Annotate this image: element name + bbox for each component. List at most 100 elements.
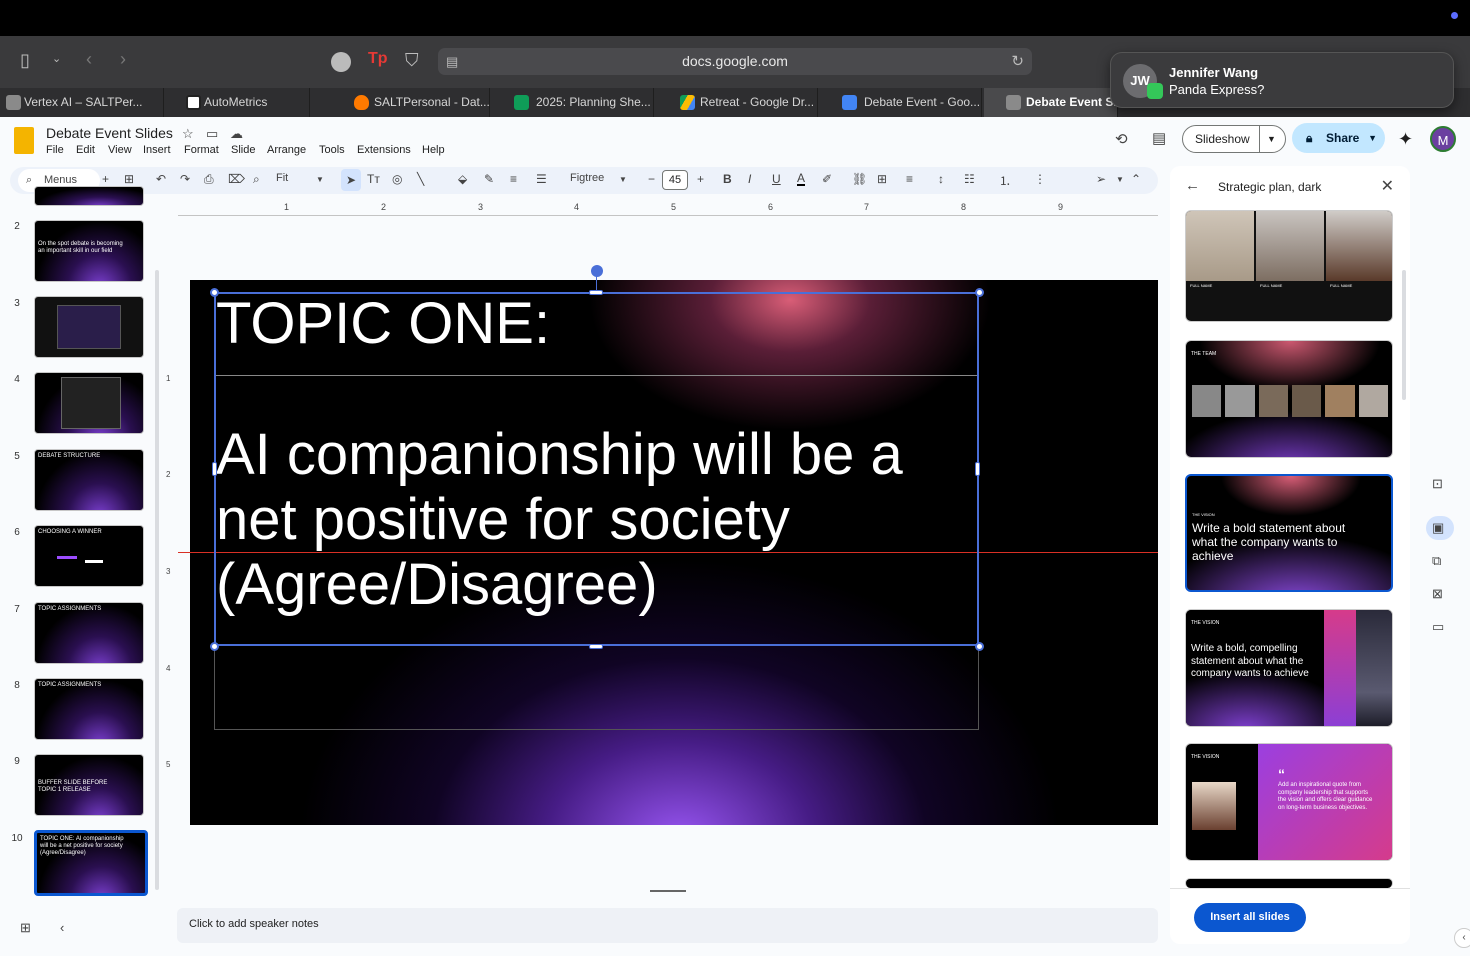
- menu-edit[interactable]: Edit: [76, 144, 95, 156]
- bulleted-list-icon[interactable]: ☷: [964, 172, 975, 186]
- notes-resize-handle[interactable]: [650, 890, 686, 892]
- extension-m-icon[interactable]: [331, 52, 351, 72]
- menu-insert[interactable]: Insert: [143, 144, 171, 156]
- version-history-icon[interactable]: ⟲: [1115, 130, 1128, 148]
- resize-handle-bottom[interactable]: [589, 644, 603, 649]
- template-team[interactable]: THE TEAM: [1185, 340, 1393, 458]
- link-icon[interactable]: ⛓: [852, 172, 867, 186]
- rotate-handle-icon[interactable]: [591, 265, 603, 277]
- slide-thumbnail-8[interactable]: TOPIC ASSIGNMENTS: [34, 678, 144, 740]
- star-icon[interactable]: ☆: [182, 126, 194, 142]
- text-box-icon[interactable]: Tт: [367, 172, 380, 186]
- back-icon[interactable]: ‹: [86, 49, 92, 70]
- back-arrow-icon[interactable]: ←: [1185, 177, 1200, 194]
- tab-retreat-drive[interactable]: Retreat - Google Dr...: [656, 88, 818, 117]
- template-vision-photo[interactable]: THE VISION Write a bold, compelling stat…: [1185, 609, 1393, 727]
- bold-button[interactable]: B: [723, 172, 732, 186]
- tab-overview-icon[interactable]: ▤: [446, 48, 458, 75]
- insert-image-icon[interactable]: ⊡: [1432, 476, 1443, 492]
- close-icon[interactable]: ✕: [1381, 176, 1394, 196]
- reload-icon[interactable]: ↻: [1011, 48, 1024, 75]
- increase-font-icon[interactable]: +: [697, 172, 704, 186]
- tab-vertex-ai[interactable]: Vertex AI – SALTPer...: [0, 88, 164, 117]
- edit-mode-icon[interactable]: ➢: [1096, 172, 1106, 186]
- tab-debate-event-slides[interactable]: Debate Event Slid: [984, 88, 1118, 117]
- slide-thumbnail-2[interactable]: On the spot debate is becoming an import…: [34, 220, 144, 282]
- menu-tools[interactable]: Tools: [319, 144, 345, 156]
- resize-handle-top-left[interactable]: [210, 288, 219, 297]
- generate-image-icon[interactable]: ⊠: [1432, 586, 1443, 602]
- insert-all-slides-button[interactable]: Insert all slides: [1194, 903, 1306, 932]
- fill-color-icon[interactable]: ⬙: [458, 172, 467, 186]
- template-next-partial[interactable]: [1185, 878, 1393, 888]
- zoom-select[interactable]: Fit: [276, 172, 288, 184]
- border-dash-icon[interactable]: ☰: [536, 172, 547, 186]
- menu-file[interactable]: File: [46, 144, 64, 156]
- horizontal-ruler[interactable]: 1 2 3 4 5 6 7 8 9: [178, 201, 1158, 216]
- chevron-down-icon[interactable]: ▼: [1116, 175, 1124, 184]
- line-spacing-icon[interactable]: ↕: [938, 172, 944, 186]
- font-family-select[interactable]: Figtree: [570, 172, 604, 184]
- zoom-icon[interactable]: ⌕: [253, 172, 260, 187]
- comments-icon[interactable]: ▤: [1152, 129, 1166, 147]
- menu-extensions[interactable]: Extensions: [357, 144, 411, 156]
- collapse-toolbar-icon[interactable]: ⌃: [1131, 172, 1141, 186]
- slides-logo-icon[interactable]: [14, 127, 34, 154]
- resize-handle-top[interactable]: [589, 290, 603, 295]
- new-slide-layout-icon[interactable]: ⊞: [124, 172, 134, 186]
- vertical-ruler[interactable]: 1 2 3 4 5: [162, 280, 176, 825]
- menu-format[interactable]: Format: [184, 144, 219, 156]
- resize-handle-left[interactable]: [212, 462, 217, 476]
- gemini-sparkle-icon[interactable]: ✦: [1398, 129, 1413, 150]
- account-avatar[interactable]: M: [1430, 126, 1456, 152]
- slideshow-button[interactable]: Slideshow ▼: [1182, 125, 1286, 153]
- filmstrip-scrollbar[interactable]: [155, 270, 159, 890]
- italic-button[interactable]: I: [748, 172, 751, 186]
- chevron-down-icon[interactable]: ▼: [619, 175, 627, 184]
- shape-icon[interactable]: ◎: [392, 172, 402, 186]
- slide-thumbnail-10[interactable]: TOPIC ONE: AI companionship will be a ne…: [34, 830, 148, 896]
- resize-handle-right[interactable]: [975, 462, 980, 476]
- chevron-down-icon[interactable]: ▼: [316, 175, 324, 184]
- paint-format-icon[interactable]: ⌦: [228, 172, 245, 186]
- extension-tp-icon[interactable]: Tp: [368, 50, 388, 68]
- message-notification[interactable]: JW Jennifer Wang Panda Express?: [1110, 52, 1454, 108]
- undo-icon[interactable]: ↶: [156, 172, 166, 186]
- templates-icon[interactable]: ⧉: [1432, 553, 1441, 569]
- menu-help[interactable]: Help: [422, 144, 445, 156]
- grid-view-icon[interactable]: ⊞: [20, 920, 31, 936]
- themes-icon[interactable]: ▣: [1432, 520, 1444, 536]
- address-bar[interactable]: ▤ docs.google.com ↻: [438, 48, 1032, 75]
- numbered-list-icon[interactable]: ⒈: [999, 172, 1011, 189]
- menu-slide[interactable]: Slide: [231, 144, 255, 156]
- text-color-button[interactable]: A: [797, 172, 806, 186]
- tab-autometrics[interactable]: AutoMetrics: [180, 88, 310, 117]
- template-people[interactable]: FULL NAME FULL NAME FULL NAME: [1185, 210, 1393, 322]
- share-button[interactable]: 🔒︎ Share ▼: [1292, 123, 1385, 153]
- new-slide-icon[interactable]: +: [102, 172, 109, 186]
- chevron-down-icon[interactable]: ⌄: [52, 52, 61, 65]
- speaker-notes[interactable]: Click to add speaker notes: [177, 908, 1158, 943]
- chevron-down-icon[interactable]: ▼: [1267, 126, 1276, 152]
- document-title[interactable]: Debate Event Slides: [46, 125, 173, 141]
- move-folder-icon[interactable]: ▭: [206, 126, 218, 142]
- menu-view[interactable]: View: [108, 144, 132, 156]
- secondary-text-box-outline[interactable]: [214, 646, 979, 730]
- panel-scrollbar[interactable]: [1402, 270, 1406, 400]
- slide-thumbnail-6[interactable]: CHOOSING A WINNER: [34, 525, 144, 587]
- template-vision-selected[interactable]: THE VISION Write a bold statement about …: [1185, 474, 1393, 592]
- tab-saltpersonal[interactable]: SALTPersonal - Dat...: [330, 88, 490, 117]
- slide-thumbnail-3[interactable]: [34, 296, 144, 358]
- slide-thumbnail-4[interactable]: [34, 372, 144, 434]
- template-vision-quote[interactable]: THE VISION “ Add an inspirational quote …: [1185, 743, 1393, 861]
- decrease-font-icon[interactable]: −: [648, 172, 655, 186]
- chevron-down-icon[interactable]: ▼: [1368, 123, 1377, 153]
- slide-thumbnail-1[interactable]: [34, 186, 144, 206]
- selected-text-box[interactable]: [214, 292, 979, 646]
- sidebar-toggle-icon[interactable]: ▯: [20, 50, 30, 71]
- redo-icon[interactable]: ↷: [180, 172, 190, 186]
- menu-arrange[interactable]: Arrange: [267, 144, 306, 156]
- resize-handle-top-right[interactable]: [975, 288, 984, 297]
- more-options-icon[interactable]: ⋮: [1034, 172, 1046, 186]
- side-panel-toggle-icon[interactable]: ‹: [1454, 928, 1470, 948]
